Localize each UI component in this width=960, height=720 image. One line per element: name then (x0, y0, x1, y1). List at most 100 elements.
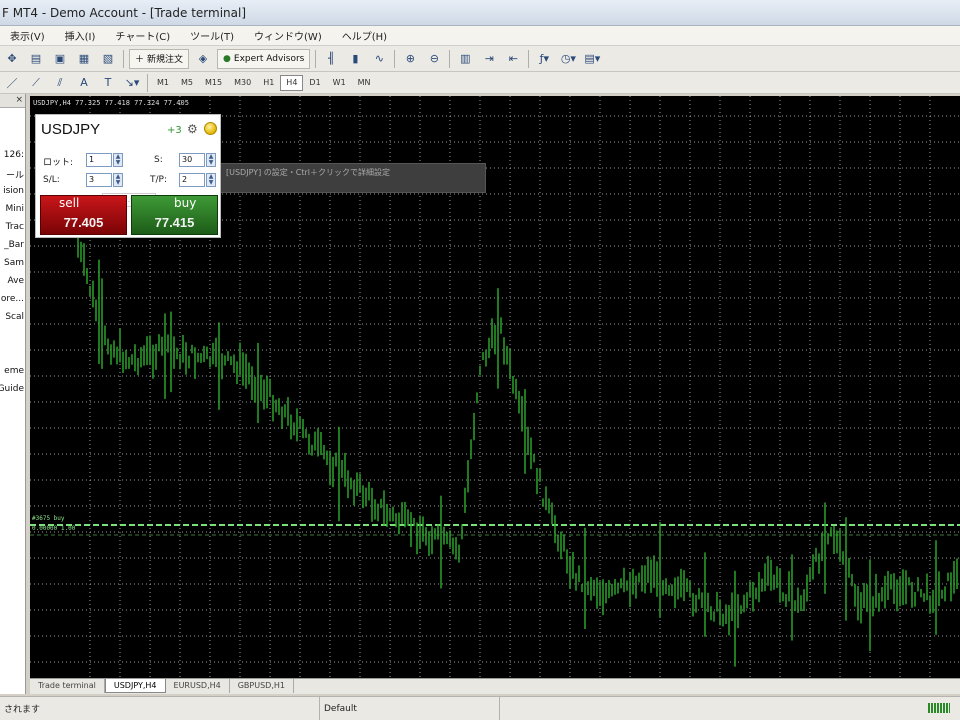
toolbar-separator (123, 49, 124, 68)
timeframe-m1-button[interactable]: M1 (151, 75, 175, 91)
navigator-item[interactable]: 126: (4, 150, 24, 160)
order-line-label: #3675 buy (32, 515, 65, 522)
menu-tools[interactable]: ツール(T) (180, 28, 244, 43)
sl-stepper[interactable]: ▲ ▼ (113, 173, 123, 187)
tab-trade-terminal[interactable]: Trade terminal (30, 679, 105, 693)
one-click-trading-panel: USDJPY +3 ⚙ ロット: 1 ▲ ▼ S/L: 3 ▲ ▼ S: 30 ▲ ▼… (35, 114, 221, 238)
spread-value: +3 (167, 125, 182, 136)
new-order-button[interactable]: ＋新規注文 (129, 48, 190, 69)
auto-scroll-icon[interactable]: ⇥ (479, 49, 499, 69)
text-tool-icon[interactable]: A (74, 73, 94, 93)
label-tool-icon[interactable]: T (98, 73, 118, 93)
timeframe-mn-button[interactable]: MN (352, 75, 377, 91)
tp-label: T/P: (150, 175, 167, 185)
lot-input[interactable]: 1 (86, 153, 112, 167)
timeframe-toolbar: ／ ⟋ ⫽ A T ↘▾ M1 M5 M15 M30 H1 H4 D1 W1 M… (0, 72, 960, 94)
right-top-stepper[interactable]: ▲ ▼ (206, 153, 216, 167)
sl-label: S/L: (43, 175, 60, 185)
navigator-item[interactable]: Guide (0, 384, 24, 394)
navigator-item[interactable]: _Bar (4, 240, 24, 250)
tp-stepper[interactable]: ▲ ▼ (206, 173, 216, 187)
navigator-header: × (0, 94, 25, 108)
coin-icon[interactable] (204, 122, 217, 135)
bar-chart-icon[interactable]: ╢ (321, 49, 341, 69)
tab-gbpusd-h1[interactable]: GBPUSD,H1 (230, 679, 294, 693)
indicators-icon[interactable]: ƒ▾ (534, 49, 554, 69)
symbol-name: USDJPY (41, 121, 101, 138)
crosshair-icon[interactable]: ✥ (2, 49, 22, 69)
zoom-in-icon[interactable]: ⊕ (400, 49, 420, 69)
timeframe-m30-button[interactable]: M30 (228, 75, 257, 91)
zoom-out-icon[interactable]: ⊖ (424, 49, 444, 69)
navigator-item[interactable]: Sam (4, 258, 24, 268)
sell-label: sell (59, 196, 80, 210)
toolbar-separator (394, 49, 396, 68)
trendline-icon[interactable]: ⟋ (26, 73, 46, 93)
timeframe-m15-button[interactable]: M15 (199, 75, 228, 91)
expert-advisors-button[interactable]: ● Expert Advisors (217, 48, 311, 69)
candlestick-icon[interactable]: ▮ (345, 49, 365, 69)
menu-view[interactable]: 表示(V) (0, 28, 55, 43)
arrows-tool-icon[interactable]: ↘▾ (122, 73, 142, 93)
menu-window[interactable]: ウィンドウ(W) (244, 28, 332, 43)
market-watch-icon[interactable]: ▦ (74, 49, 94, 69)
toolbar-separator (528, 49, 530, 68)
buy-label: buy (174, 196, 197, 210)
sl-input[interactable]: 3 (86, 173, 112, 187)
navigator-item[interactable]: Scal (5, 312, 24, 322)
navigator-item[interactable]: Ave (8, 276, 25, 286)
timeframe-h4-button[interactable]: H4 (280, 74, 304, 91)
settings-icon[interactable]: ⚙ (187, 122, 198, 136)
new-order-icon: ＋ (135, 55, 145, 65)
window-title: F MT4 - Demo Account - [Trade terminal] (2, 5, 247, 20)
buy-button[interactable]: buy 77.415 (131, 195, 218, 235)
settings-tooltip: [USDJPY] の設定・Ctrl＋クリックで詳細設定 (219, 163, 486, 193)
tab-eurusd-h4[interactable]: EURUSD,H4 (166, 679, 230, 693)
data-window-icon[interactable]: ▧ (98, 49, 118, 69)
lot-stepper[interactable]: ▲ ▼ (113, 153, 123, 167)
navigator-item[interactable]: Mini (6, 204, 24, 214)
close-icon[interactable]: × (15, 95, 23, 105)
order-line-label-secondary: 0.00000 1.00 (32, 525, 76, 532)
line-tool-icon[interactable]: ／ (2, 73, 22, 93)
navigator-icon[interactable]: ▣ (50, 49, 70, 69)
timeframe-d1-button[interactable]: D1 (303, 75, 326, 91)
sell-button[interactable]: sell 77.405 (40, 195, 127, 235)
navigator-item[interactable]: eme (4, 366, 24, 376)
status-bar: されます Default (0, 696, 960, 720)
menu-charts[interactable]: チャート(C) (105, 28, 180, 43)
connection-signal-icon (928, 703, 950, 713)
status-profile: Default (320, 697, 500, 720)
navigator-item[interactable]: ision (3, 186, 24, 196)
channel-icon[interactable]: ⫽ (50, 73, 70, 93)
chart-tabs: Trade terminal USDJPY,H4 EURUSD,H4 GBPUS… (30, 678, 960, 694)
price-chart[interactable]: USDJPY,H4 77.325 77.418 77.324 77.405 #3… (30, 96, 960, 678)
toolbar-separator (315, 49, 317, 68)
navigator-item[interactable]: ール (6, 168, 24, 181)
navigator-item[interactable]: Trac (6, 222, 24, 232)
navigator-item[interactable]: ore... (1, 294, 24, 304)
new-order-label: 新規注文 (147, 55, 184, 65)
metaeditor-icon[interactable]: ◈ (193, 49, 213, 69)
menu-insert[interactable]: 挿入(I) (55, 28, 106, 43)
menu-help[interactable]: ヘルプ(H) (332, 28, 397, 43)
tooltip-text: [USDJPY] の設定・Ctrl＋クリックで詳細設定 (226, 168, 391, 177)
status-message: されます (0, 697, 320, 720)
timeframe-h1-button[interactable]: H1 (257, 75, 280, 91)
chart-shift-icon[interactable]: ⇤ (503, 49, 523, 69)
menu-bar: 表示(V) 挿入(I) チャート(C) ツール(T) ウィンドウ(W) ヘルプ(… (0, 26, 960, 46)
tile-windows-icon[interactable]: ▥ (455, 49, 475, 69)
navigator-panel: × 126: ール ision Mini Trac _Bar Sam Ave o… (0, 94, 26, 694)
tab-usdjpy-h4[interactable]: USDJPY,H4 (104, 679, 166, 693)
expert-advisors-label: Expert Advisors (233, 53, 305, 64)
line-chart-icon[interactable]: ∿ (369, 49, 389, 69)
timeframe-w1-button[interactable]: W1 (327, 75, 352, 91)
timeframe-m5-button[interactable]: M5 (175, 75, 199, 91)
periods-icon[interactable]: ◷▾ (558, 49, 578, 69)
tp-input[interactable]: 2 (179, 173, 205, 187)
lot-label: ロット: (43, 158, 74, 168)
right-top-input[interactable]: 30 (179, 153, 205, 167)
sell-price: 77.405 (63, 215, 104, 230)
folder-icon[interactable]: ▤ (26, 49, 46, 69)
templates-icon[interactable]: ▤▾ (582, 49, 602, 69)
